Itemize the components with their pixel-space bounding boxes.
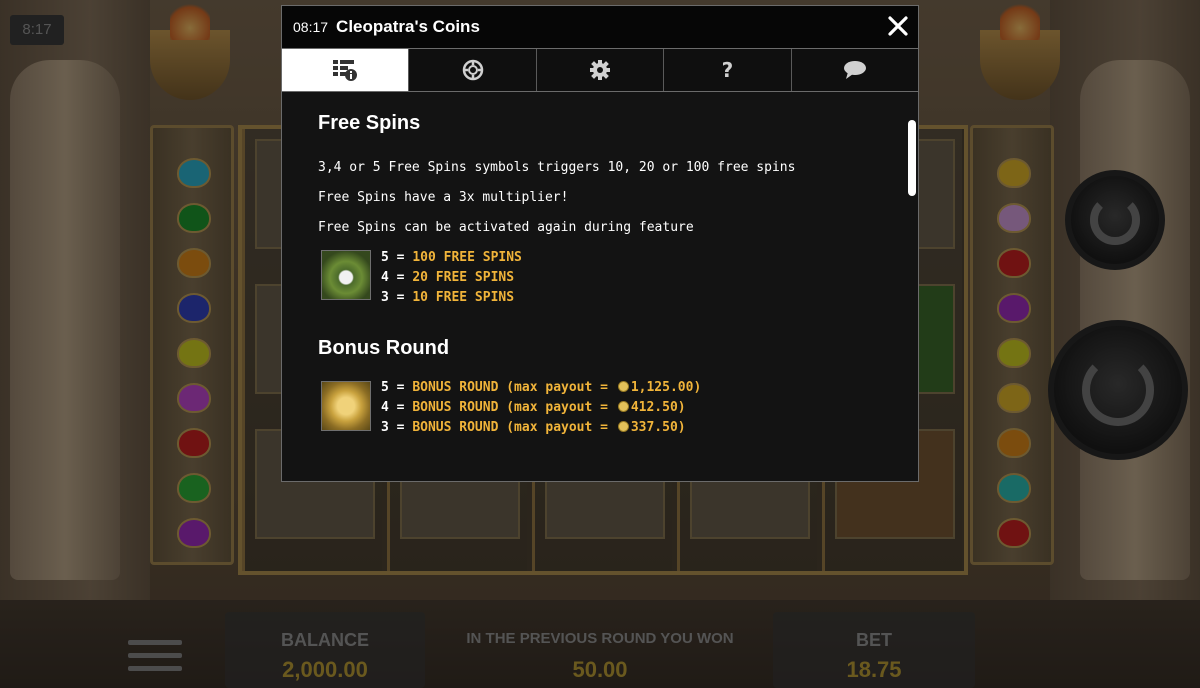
free-spins-title: Free Spins xyxy=(318,112,421,134)
modal-clock: 08:17 xyxy=(293,19,329,35)
free-spins-symbol xyxy=(321,250,371,300)
bonus-pay-row: 4 = BONUS ROUND (max payout = 412.50) xyxy=(381,400,686,415)
paytable-info-icon xyxy=(333,60,358,81)
free-spins-line: 3,4 or 5 Free Spins symbols triggers 10,… xyxy=(318,160,796,175)
free-spins-pay-row: 5 = 100 FREE SPINS xyxy=(381,250,522,265)
tab-settings[interactable] xyxy=(536,49,665,91)
question-icon: ? xyxy=(721,58,734,82)
bonus-pay-row: 5 = BONUS ROUND (max payout = 1,125.00) xyxy=(381,380,702,395)
bonus-pay-row: 3 = BONUS ROUND (max payout = 337.50) xyxy=(381,420,686,435)
close-icon xyxy=(888,16,908,36)
tab-chat[interactable] xyxy=(791,49,918,91)
free-spins-line: Free Spins can be activated again during… xyxy=(318,220,694,235)
gear-icon xyxy=(590,60,611,80)
chat-bubble-icon xyxy=(843,61,866,79)
tab-bet-settings[interactable] xyxy=(409,49,537,91)
modal-header: 08:17 Cleopatra's Coins xyxy=(282,6,918,48)
paytable-modal: 08:17 Cleopatra's Coins ? Free Spins 3,4… xyxy=(281,5,919,482)
scrollbar[interactable] xyxy=(908,120,916,196)
modal-title: Cleopatra's Coins xyxy=(336,17,480,36)
free-spins-pay-row: 3 = 10 FREE SPINS xyxy=(381,290,515,305)
coin-icon xyxy=(617,381,629,392)
close-button[interactable] xyxy=(880,8,916,44)
free-spins-line: Free Spins have a 3x multiplier! xyxy=(318,190,569,205)
coin-icon xyxy=(617,421,629,432)
free-spins-pay-row: 4 = 20 FREE SPINS xyxy=(381,270,515,285)
bonus-coin-symbol xyxy=(321,381,371,431)
tab-paytable[interactable] xyxy=(282,49,410,91)
modal-tabs: ? xyxy=(282,48,918,92)
chip-icon xyxy=(462,59,483,81)
bonus-round-title: Bonus Round xyxy=(318,337,450,359)
tab-help[interactable]: ? xyxy=(664,49,792,91)
coin-icon xyxy=(617,401,629,412)
paytable-content[interactable]: Free Spins 3,4 or 5 Free Spins symbols t… xyxy=(282,94,918,481)
